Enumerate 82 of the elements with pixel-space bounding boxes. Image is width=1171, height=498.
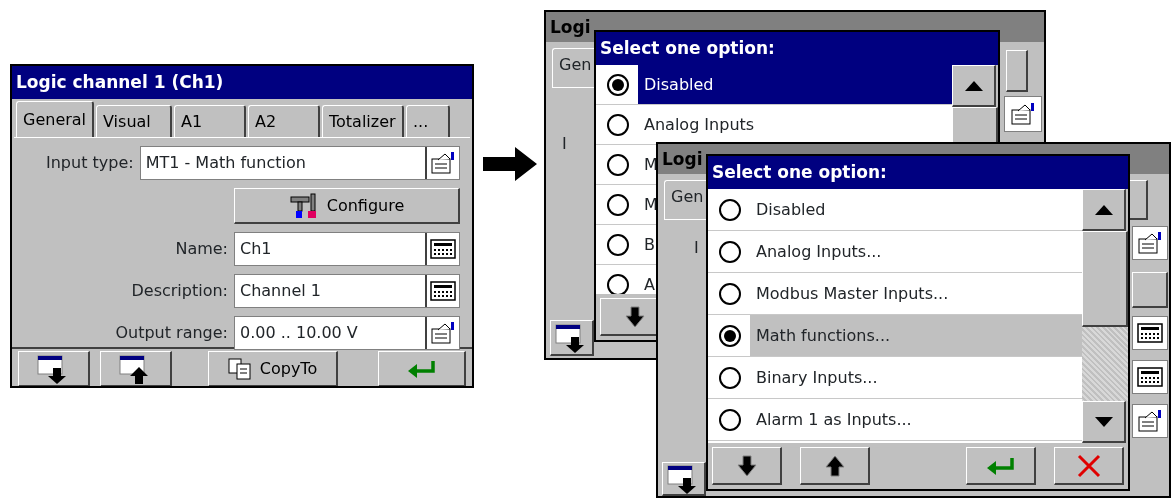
option-item[interactable]: Math functions... [750, 315, 1082, 356]
form-pointer-icon [430, 151, 456, 175]
up-triangle-icon [1093, 203, 1114, 216]
form-pointer-icon [430, 321, 456, 345]
tab[interactable]: A2 [248, 105, 320, 137]
field-label: Description: [130, 280, 228, 302]
tools-icon [288, 192, 319, 219]
tab[interactable]: A1 [174, 105, 246, 137]
radio-button[interactable] [718, 281, 742, 306]
previous-button[interactable] [18, 351, 90, 386]
field-label: Output range: [114, 322, 228, 344]
option-item[interactable]: Binary Inputs... [750, 357, 1082, 398]
copy-to-button[interactable]: CopyTo [208, 351, 338, 386]
form-pointer-icon [1137, 409, 1163, 433]
form-pointer-icon [1010, 102, 1036, 126]
input-field[interactable] [1132, 226, 1168, 260]
field-label: Input type: [46, 152, 134, 174]
radio-button[interactable] [606, 272, 630, 294]
radio-button[interactable] [718, 323, 742, 348]
radio-button[interactable] [606, 152, 630, 177]
scroll-up-button[interactable] [952, 65, 996, 107]
radio-button[interactable] [606, 232, 630, 257]
form-pointer-icon [1137, 231, 1163, 255]
calculator-icon [1136, 321, 1164, 345]
tab[interactable] [1128, 180, 1148, 220]
button[interactable] [550, 320, 594, 356]
radio-button[interactable] [606, 192, 630, 217]
cancel-button[interactable] [1054, 447, 1124, 485]
down-arrow-icon [736, 454, 757, 477]
copy-icon [227, 357, 252, 380]
move-up-button[interactable] [800, 447, 870, 485]
option-item[interactable]: Modbus Master Inputs... [750, 273, 1082, 314]
button[interactable] [1132, 272, 1168, 308]
radio-button[interactable] [718, 197, 742, 222]
tab[interactable]: Totalizer [322, 105, 404, 137]
tab[interactable] [1006, 50, 1028, 92]
radio-button[interactable] [606, 72, 630, 97]
radio-button[interactable] [606, 112, 630, 137]
field-label: Name: [174, 238, 228, 260]
input-field[interactable]: MT1 - Math function [139, 146, 460, 180]
window-title: Logic channel 1 (Ch1) [12, 66, 472, 99]
up-arrow-icon [824, 454, 845, 477]
up-triangle-icon [963, 79, 984, 92]
dialog-title: Select one option: [708, 156, 1128, 189]
button[interactable] [662, 462, 706, 496]
input-field[interactable] [1132, 404, 1168, 438]
down-triangle-icon [1093, 415, 1114, 428]
tab[interactable]: General [16, 101, 94, 137]
next-button[interactable] [100, 351, 172, 386]
option-item[interactable]: Disabled [750, 189, 1082, 230]
enter-button[interactable] [378, 351, 466, 386]
tab[interactable]: Visual [96, 105, 172, 137]
tab[interactable]: ... [406, 105, 450, 137]
close-icon [1075, 452, 1102, 479]
move-down-button[interactable] [712, 447, 782, 485]
keyboard-button[interactable] [425, 275, 459, 307]
scroll-down-button[interactable] [1082, 401, 1126, 443]
radio-button[interactable] [718, 239, 742, 264]
option-item[interactable]: Alarm 1 as Inputs... [750, 399, 1082, 440]
option-item[interactable]: Analog Inputs... [750, 231, 1082, 272]
enter-button[interactable] [966, 447, 1036, 485]
input-field[interactable]: Ch1 [234, 232, 460, 266]
option-item[interactable]: Analog Inputs [638, 105, 952, 144]
input-field[interactable] [1132, 360, 1168, 394]
down-arrow-icon [624, 305, 645, 328]
calculator-icon [429, 237, 457, 261]
input-field[interactable]: Channel 1 [234, 274, 460, 308]
field-label: I [694, 237, 699, 259]
scroll-up-button[interactable] [1082, 189, 1126, 231]
calculator-icon [429, 279, 457, 303]
configure-button[interactable]: Configure [234, 188, 460, 224]
input-field[interactable] [1132, 316, 1168, 350]
input-field[interactable]: 0.00 .. 10.00 V [234, 316, 460, 350]
input-field[interactable] [1004, 96, 1042, 132]
calculator-icon [1136, 365, 1164, 389]
radio-button[interactable] [718, 407, 742, 432]
right-arrow-icon [483, 147, 537, 181]
field-label: I [562, 133, 567, 155]
option-item[interactable]: Disabled [638, 65, 952, 104]
dialog-title: Select one option: [596, 32, 998, 65]
keyboard-button[interactable] [425, 233, 459, 265]
radio-button[interactable] [718, 365, 742, 390]
